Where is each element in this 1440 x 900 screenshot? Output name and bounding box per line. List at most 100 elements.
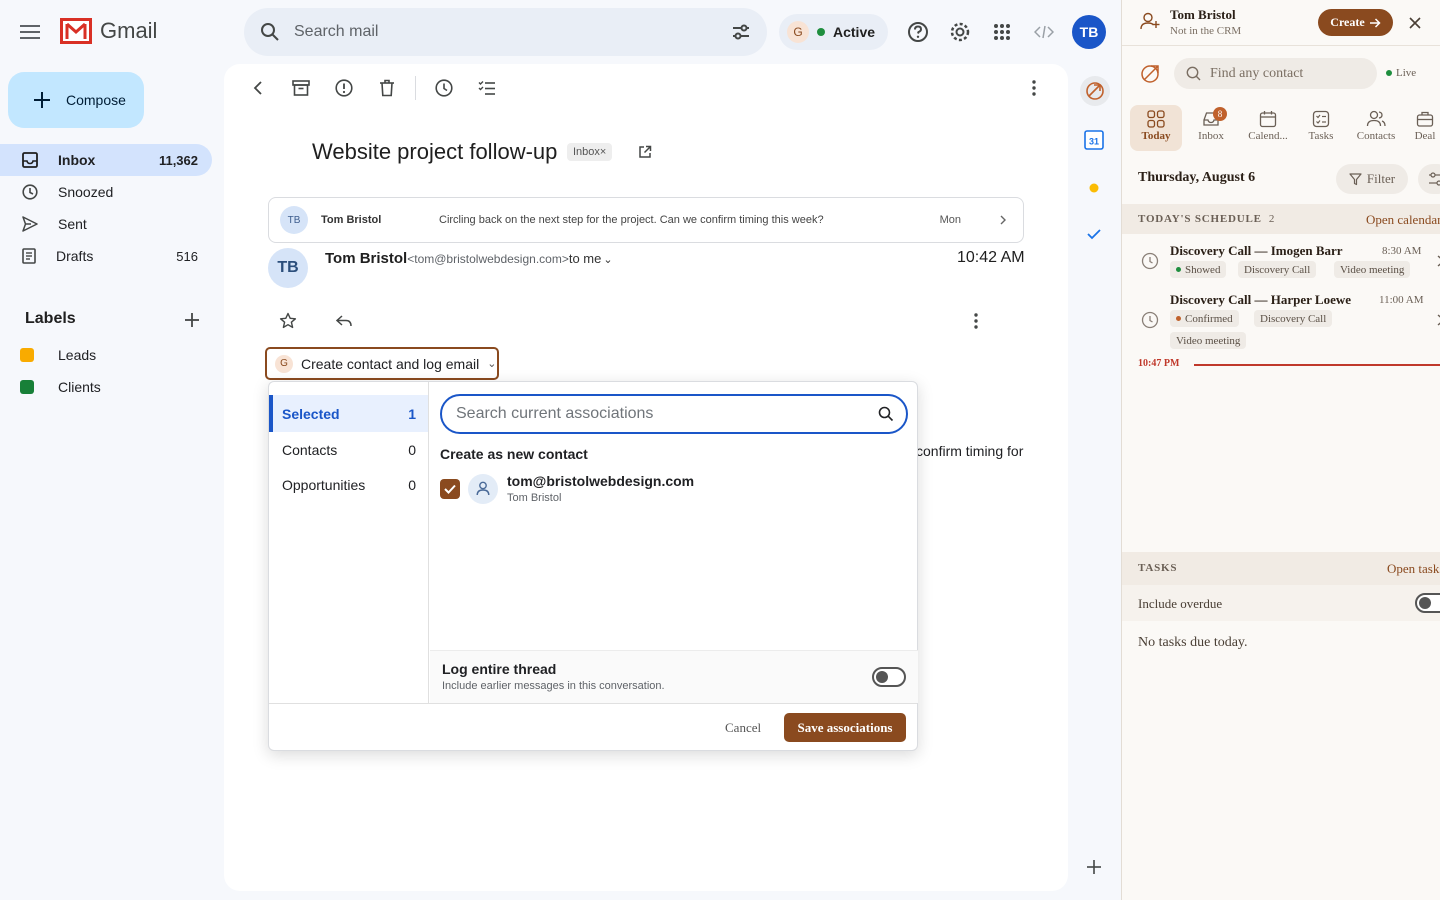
recipient-line[interactable]: to me xyxy=(569,251,602,266)
open-tasks-link[interactable]: Open tasks xyxy=(1387,561,1440,577)
inbox-label-chip[interactable]: Inbox× xyxy=(567,143,613,161)
labels-heading: Labels xyxy=(25,310,76,327)
archive-icon xyxy=(292,80,310,96)
add-task-button[interactable] xyxy=(475,76,499,100)
tab-contacts[interactable]: Contacts 0 xyxy=(269,431,428,468)
keep-button[interactable] xyxy=(1080,174,1108,202)
tasks-section-header: TASKS Open tasks xyxy=(1122,552,1440,585)
settings-button[interactable] xyxy=(944,16,976,48)
include-overdue-toggle[interactable] xyxy=(1415,593,1440,613)
crm-tab-calendar[interactable]: Calend... xyxy=(1240,105,1296,151)
association-search-input[interactable]: Search current associations xyxy=(440,394,908,434)
schedule-event[interactable]: Discovery Call — Harper Loewe 11:00 AM C… xyxy=(1122,290,1440,350)
chevron-right-icon xyxy=(1437,255,1440,267)
calendar-button[interactable]: 31 xyxy=(1080,126,1108,154)
crm-close-button[interactable] xyxy=(1405,13,1425,33)
tasks-button[interactable] xyxy=(1080,220,1108,248)
chevron-down-icon: ⌄ xyxy=(487,358,497,370)
report-spam-button[interactable] xyxy=(332,76,356,100)
schedule-title: TODAY'S SCHEDULE 2 xyxy=(1138,213,1276,225)
crm-tab-tasks[interactable]: Tasks xyxy=(1295,105,1347,151)
trash-icon xyxy=(380,79,394,97)
send-icon xyxy=(22,216,38,232)
more-options-button[interactable] xyxy=(1022,76,1046,100)
tab-selected[interactable]: Selected 1 xyxy=(269,395,428,432)
message-more-button[interactable] xyxy=(964,309,988,333)
schedule-event[interactable]: Discovery Call — Imogen Barr 8:30 AM Sho… xyxy=(1122,240,1440,288)
clock-icon xyxy=(22,184,38,200)
tab-label: Calend... xyxy=(1248,130,1288,142)
label-item-leads[interactable]: Leads xyxy=(20,343,96,367)
candidate-contact[interactable]: tom@bristolwebdesign.com Tom Bristol xyxy=(440,473,694,504)
event-title: Discovery Call — Imogen Barr xyxy=(1170,243,1343,258)
devtools-button[interactable] xyxy=(1028,16,1060,48)
star-button[interactable] xyxy=(276,309,300,333)
reply-button[interactable] xyxy=(332,309,356,333)
search-bar[interactable]: Search mail xyxy=(244,8,767,56)
associations-dialog: Selected 1 Contacts 0 Opportunities 0 Se… xyxy=(268,381,918,751)
new-contact-heading: Create as new contact xyxy=(440,446,588,462)
candidate-checkbox[interactable] xyxy=(440,478,460,499)
sender-avatar[interactable]: TB xyxy=(268,248,308,288)
event-time: 8:30 AM xyxy=(1382,245,1422,257)
crm-filter-button[interactable]: Filter xyxy=(1336,164,1408,194)
tasks-title: TASKS xyxy=(1138,562,1178,574)
toolbar-divider xyxy=(415,76,416,100)
crm-extension-button[interactable] xyxy=(1080,76,1110,106)
crm-tab-deals[interactable]: Deal xyxy=(1405,105,1440,151)
compose-button[interactable]: Compose xyxy=(8,72,144,128)
nav-item-inbox[interactable]: Inbox 11,362 xyxy=(0,144,212,176)
tab-opportunities[interactable]: Opportunities 0 xyxy=(269,466,428,503)
create-contact-log-button[interactable]: G Create contact and log email ⌄ xyxy=(265,347,499,380)
crm-live-status: Live xyxy=(1386,67,1416,79)
delete-button[interactable] xyxy=(375,76,399,100)
help-button[interactable] xyxy=(902,16,934,48)
nav-item-drafts[interactable]: Drafts 516 xyxy=(0,240,212,272)
tab-count: 1 xyxy=(408,405,416,422)
label-color-swatch xyxy=(20,348,34,362)
cancel-button[interactable]: Cancel xyxy=(725,720,761,736)
save-associations-button[interactable]: Save associations xyxy=(784,713,906,742)
crm-tab-inbox[interactable]: 8 Inbox xyxy=(1185,105,1237,151)
search-icon[interactable] xyxy=(260,22,280,42)
nav-item-sent[interactable]: Sent xyxy=(0,208,212,240)
chevron-down-icon[interactable]: ⌄ xyxy=(603,253,612,266)
get-addons-button[interactable] xyxy=(1082,855,1106,879)
crm-find-contact-input[interactable]: Find any contact xyxy=(1174,58,1377,89)
crm-contact-name: Tom Bristol xyxy=(1170,7,1236,22)
gmail-logo[interactable]: Gmail xyxy=(60,18,157,44)
reply-icon xyxy=(336,315,352,327)
back-button[interactable] xyxy=(246,76,270,100)
log-thread-toggle[interactable] xyxy=(872,667,906,687)
archive-button[interactable] xyxy=(289,76,313,100)
label-color-swatch xyxy=(20,380,34,394)
current-time-label: 10:47 PM xyxy=(1138,358,1180,369)
search-options-icon[interactable] xyxy=(731,24,751,40)
crm-logo-icon[interactable] xyxy=(1140,62,1162,84)
main-menu-button[interactable] xyxy=(14,16,46,48)
arrow-right-icon xyxy=(1369,17,1381,28)
add-label-button[interactable] xyxy=(180,308,204,332)
crm-tab-contacts[interactable]: Contacts xyxy=(1350,105,1402,151)
nav-item-snoozed[interactable]: Snoozed xyxy=(0,176,212,208)
account-avatar[interactable]: TB xyxy=(1072,15,1106,49)
search-input[interactable]: Search mail xyxy=(294,23,731,41)
sender-name[interactable]: Tom Bristol xyxy=(325,250,407,267)
label-item-clients[interactable]: Clients xyxy=(20,375,101,399)
apps-button[interactable] xyxy=(986,16,1018,48)
crm-tab-today[interactable]: Today xyxy=(1130,105,1182,151)
open-in-new-window-button[interactable] xyxy=(637,144,653,160)
open-calendar-link[interactable]: Open calendar xyxy=(1366,212,1440,228)
collapsed-message[interactable]: TB Tom Bristol Circling back on the next… xyxy=(268,197,1024,243)
include-overdue-row: Include overdue xyxy=(1122,585,1440,621)
crm-view-options-button[interactable] xyxy=(1418,164,1440,194)
avatar: TB xyxy=(280,206,308,234)
status-chip[interactable]: G Active xyxy=(779,14,888,50)
dialog-footer: Cancel Save associations xyxy=(269,703,917,751)
find-placeholder: Find any contact xyxy=(1210,65,1304,81)
crm-create-button[interactable]: Create xyxy=(1318,9,1393,36)
plus-icon xyxy=(185,313,199,327)
people-icon xyxy=(1366,110,1386,127)
snooze-button[interactable] xyxy=(432,76,456,100)
create-label: Create xyxy=(1330,15,1365,29)
